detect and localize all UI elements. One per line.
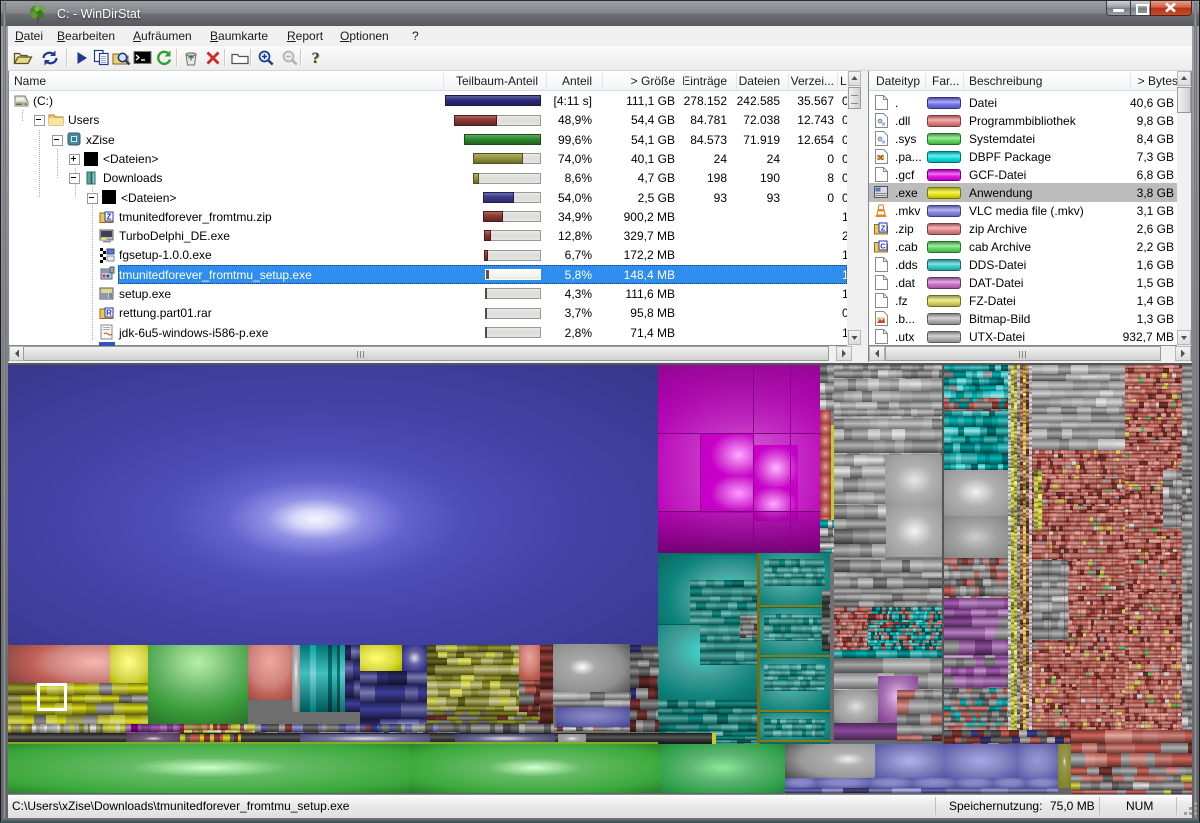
svg-text:R: R [106, 309, 112, 318]
svg-text:?: ? [312, 50, 320, 67]
svg-text:C: C [880, 242, 886, 251]
svg-text:Z: Z [881, 224, 886, 233]
svg-text:Z: Z [107, 212, 112, 221]
